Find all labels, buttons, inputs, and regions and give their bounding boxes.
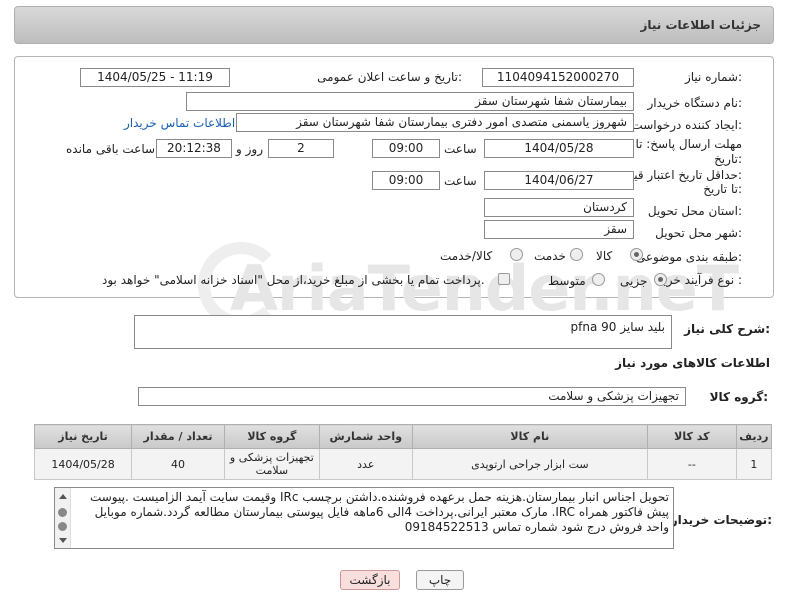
goods-group-field: تجهیزات پزشکی و سلامت	[138, 387, 686, 406]
category-radio-goods-service[interactable]	[510, 248, 523, 261]
category-label: طبقه بندی موضوعی:	[635, 250, 742, 264]
col-quantity: تعداد / مقدار	[131, 424, 225, 449]
scroll-thumb-icon[interactable]	[58, 522, 67, 531]
process-label: نوع فرآیند خرید :	[657, 273, 742, 287]
price-validity-label: حداقل تاریخ اعتبار قیمت:	[615, 168, 742, 182]
deadline-time-field: 09:00	[372, 139, 440, 158]
city-label: شهر محل تحویل:	[655, 226, 742, 240]
goods-info-title: اطلاعات کالاهای مورد نیاز	[615, 356, 770, 370]
days-remaining-field: 2	[268, 139, 334, 158]
category-radio-goods[interactable]	[630, 248, 643, 261]
col-goods-group: گروه کالا	[223, 424, 320, 449]
col-row-number: ردیف	[735, 424, 773, 449]
need-number-label: شماره نیاز:	[684, 70, 742, 84]
col-item-code: کد کالا	[646, 424, 737, 449]
buyer-notes-label: توضیحات خریدار:	[670, 513, 772, 527]
col-unit: واحد شمارش	[318, 424, 413, 449]
scroll-down-arrow-icon[interactable]	[59, 538, 67, 543]
treasury-payment-note: پرداخت تمام یا بخشی از مبلغ خرید،از محل …	[102, 273, 485, 287]
price-validity-label-date: تا تاریخ:	[703, 182, 742, 196]
need-number-field: 1104094152000270	[482, 68, 634, 87]
remaining-time-field: 20:12:38	[156, 139, 232, 158]
announce-datetime-field: 1404/05/25 - 11:19	[80, 68, 230, 87]
process-option-medium: متوسط	[548, 274, 586, 288]
announce-datetime-label: تاریخ و ساعت اعلان عمومی:	[317, 70, 462, 84]
deadline-label: مهلت ارسال پاسخ: تا	[635, 137, 742, 151]
price-validity-time-field: 09:00	[372, 171, 440, 190]
deadline-date-field: 1404/05/28	[484, 139, 634, 158]
cell-item-name: ست ابزار جراحی ارتوپدی	[411, 448, 648, 480]
table-row: 1 -- ست ابزار جراحی ارتوپدی عدد تجهیزات …	[33, 448, 773, 480]
days-label: روز و	[236, 142, 263, 156]
category-radio-service[interactable]	[570, 248, 583, 261]
table-header-row: ردیف کد کالا نام کالا واحد شمارش گروه کا…	[33, 424, 773, 449]
cell-item-code: --	[646, 448, 737, 480]
process-option-minor: جزیی	[620, 274, 648, 288]
page-title: جزئیات اطلاعات نیاز	[640, 18, 761, 32]
buyer-notes-box[interactable]: تحویل اجناس انبار بیمارستان.هزینه حمل بر…	[54, 487, 674, 549]
buyer-notes-text: تحویل اجناس انبار بیمارستان.هزینه حمل بر…	[89, 490, 669, 534]
buyer-contact-link[interactable]: اطلاعات تماس خریدار	[124, 116, 235, 130]
creator-label: ایجاد کننده درخواست:	[631, 118, 742, 132]
goods-table: ردیف کد کالا نام کالا واحد شمارش گروه کا…	[33, 424, 773, 480]
cell-quantity: 40	[131, 448, 225, 480]
print-button[interactable]: چاپ	[416, 570, 464, 590]
price-validity-time-label: ساعت	[444, 174, 477, 188]
deadline-time-label: ساعت	[444, 142, 477, 156]
cell-need-date: 1404/05/28	[33, 448, 133, 480]
cell-row-number: 1	[735, 448, 773, 480]
category-option-service: خدمت	[534, 249, 566, 263]
category-option-goods: کالا	[596, 249, 613, 263]
buyer-org-label: نام دستگاه خریدار:	[647, 96, 743, 110]
process-radio-medium[interactable]	[592, 273, 605, 286]
city-field: سقز	[484, 220, 634, 239]
process-radio-minor[interactable]	[654, 273, 667, 286]
remaining-time-label: ساعت باقی مانده	[66, 142, 156, 156]
description-field[interactable]: بلید سایز 90 pfna	[134, 315, 672, 349]
col-need-date: تاریخ نیاز	[33, 424, 133, 449]
description-label: شرح کلی نیاز:	[684, 322, 770, 336]
cell-goods-group: تجهیزات پزشکی و سلامت	[223, 448, 320, 480]
category-option-goods-service: کالا/خدمت	[440, 249, 493, 263]
col-item-name: نام کالا	[411, 424, 648, 449]
deadline-label-date: تاریخ:	[714, 152, 742, 166]
province-label: استان محل تحویل:	[647, 204, 742, 218]
cell-unit: عدد	[318, 448, 413, 480]
scroll-thumb-icon[interactable]	[58, 508, 67, 517]
creator-field: شهروز یاسمنی متصدی امور دفتری بیمارستان …	[236, 113, 634, 132]
buyer-org-field: بیمارستان شفا شهرستان سقز	[186, 92, 634, 111]
buyer-notes-scrollbar[interactable]	[55, 488, 71, 548]
back-button[interactable]: بازگشت	[340, 570, 400, 590]
province-field: کردستان	[484, 198, 634, 217]
treasury-payment-checkbox[interactable]	[498, 273, 510, 285]
page-header: جزئیات اطلاعات نیاز	[14, 6, 774, 44]
scroll-up-arrow-icon[interactable]	[59, 494, 67, 499]
goods-group-label: گروه کالا:	[709, 390, 768, 404]
price-validity-date-field: 1404/06/27	[484, 171, 634, 190]
